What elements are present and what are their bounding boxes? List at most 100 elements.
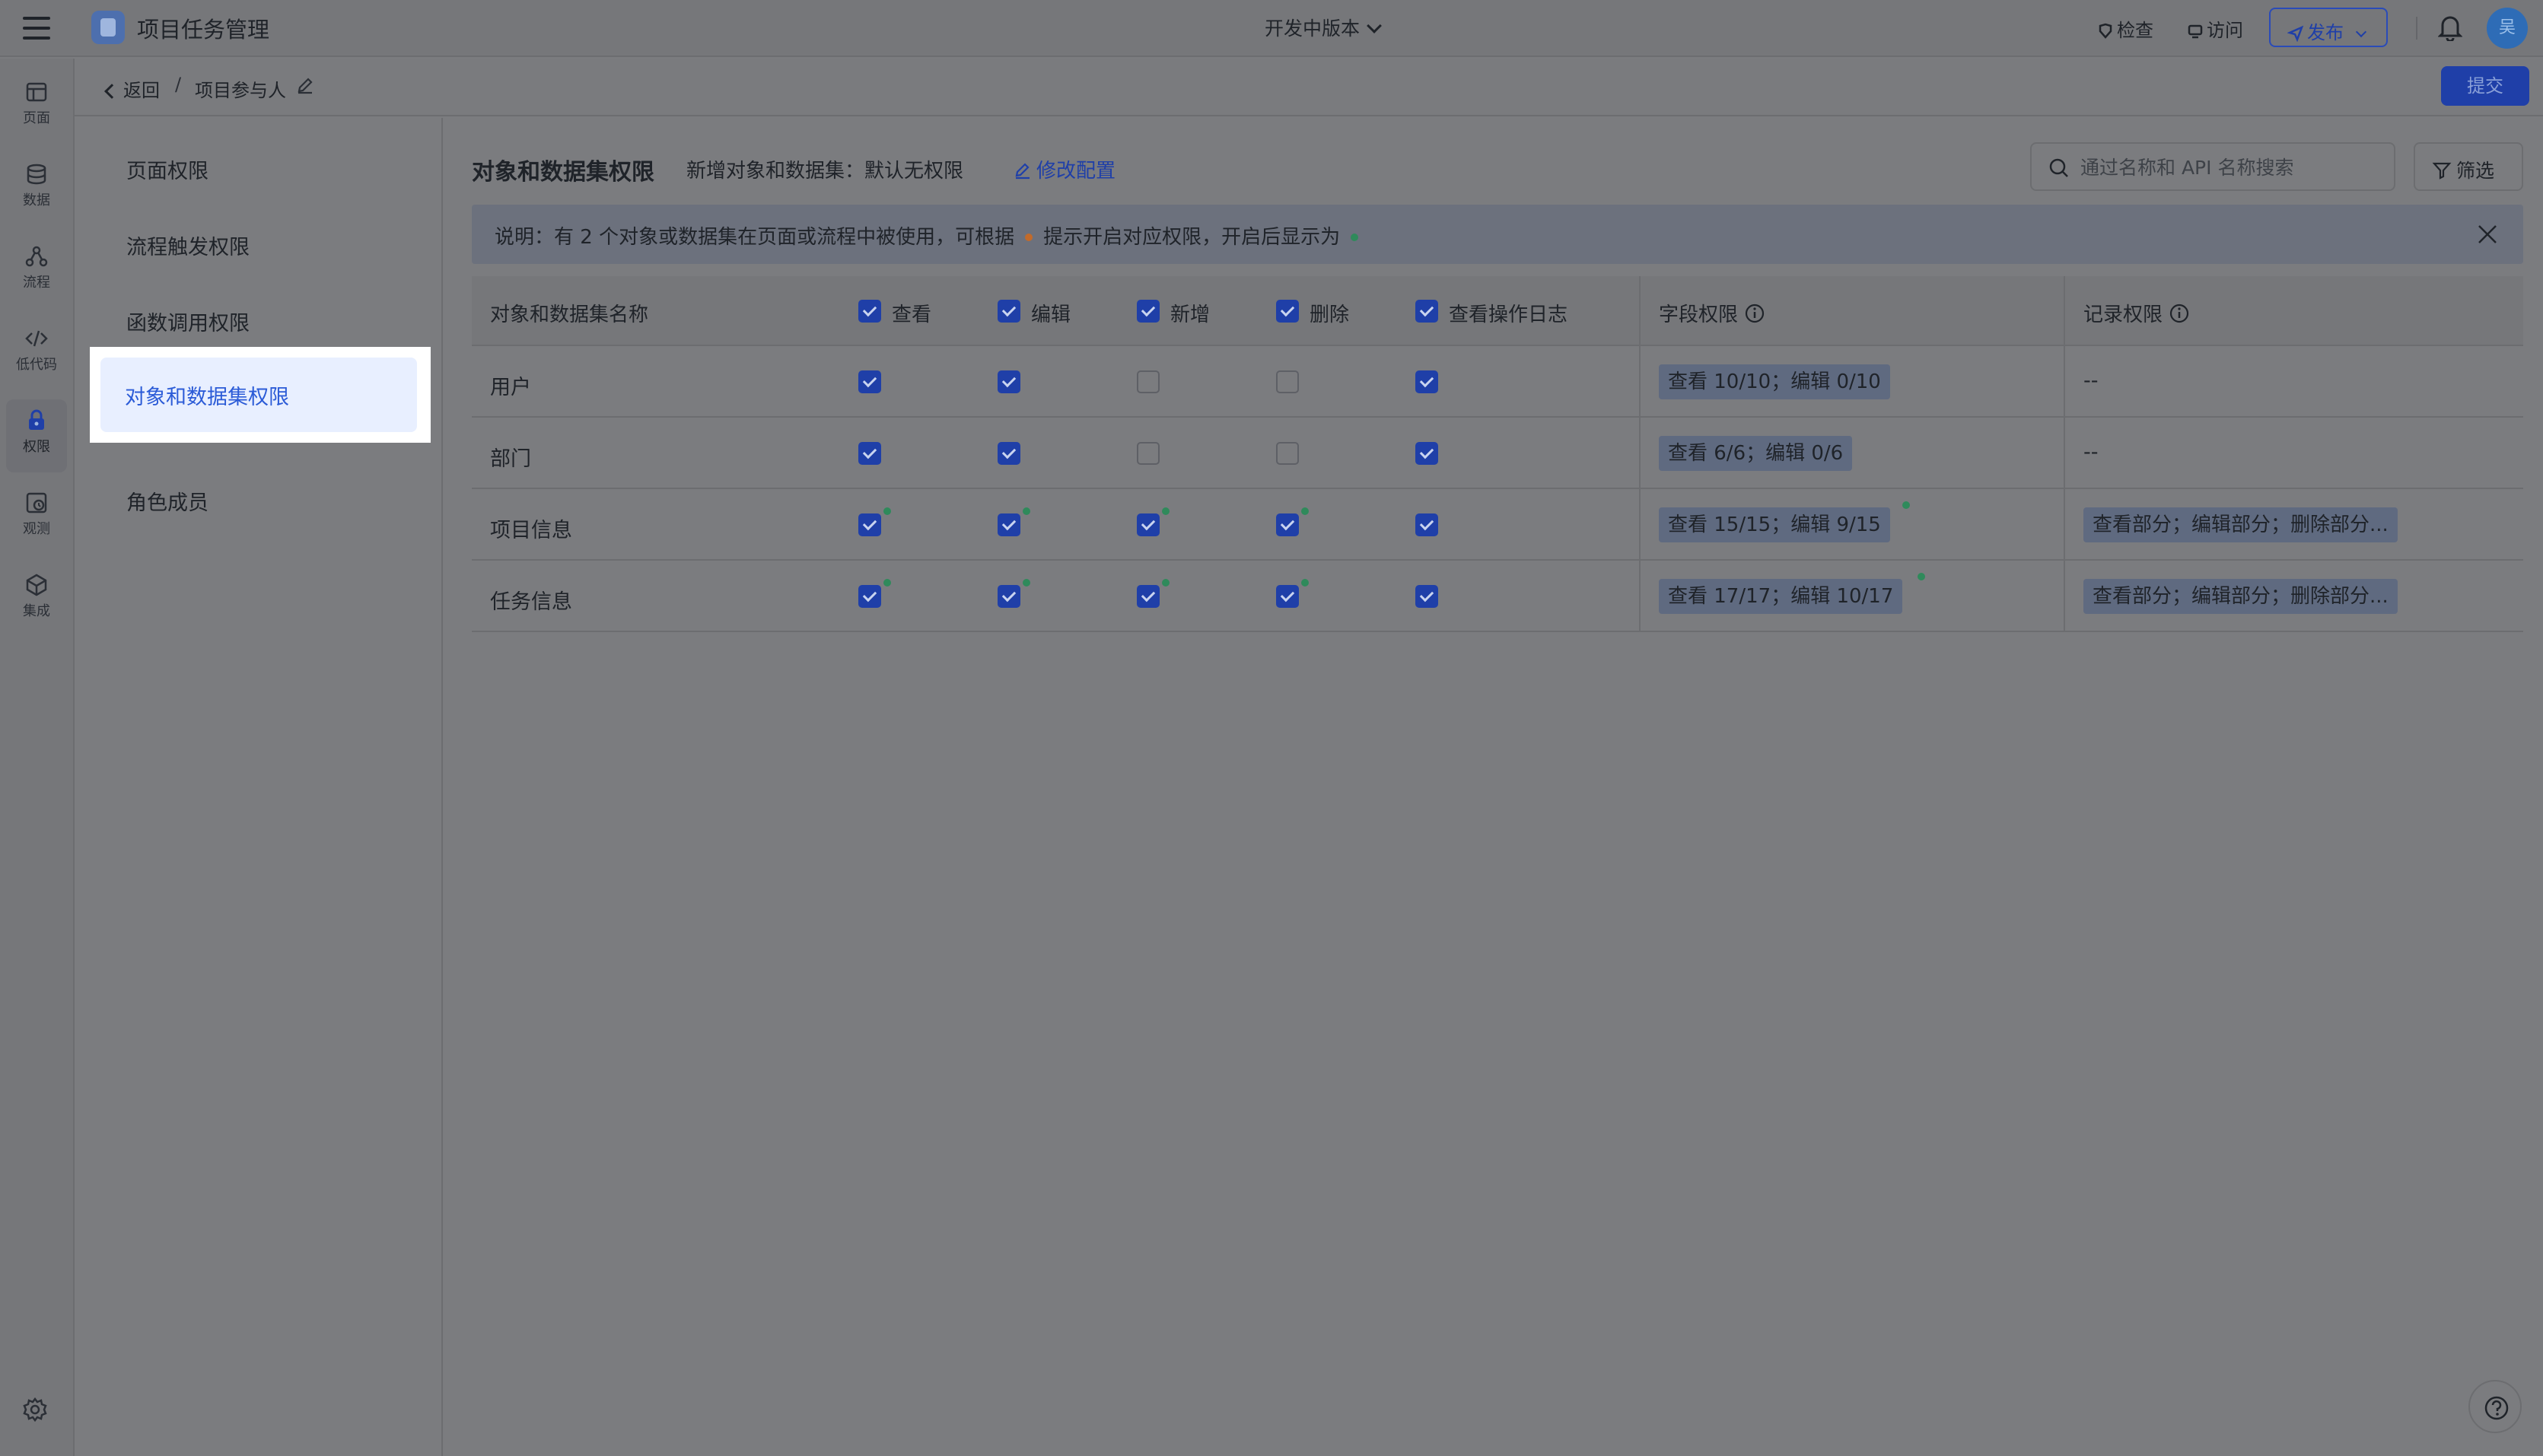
- back-button[interactable]: 返回: [104, 75, 160, 102]
- create-checkbox[interactable]: [1137, 585, 1160, 608]
- edit-config-link[interactable]: 修改配置: [1014, 155, 1116, 183]
- green-dot-icon: [1162, 507, 1170, 515]
- rail-item-integration[interactable]: 集成: [0, 564, 73, 637]
- field-permission-tag[interactable]: 查看 10/10；编辑 0/10: [1659, 364, 1890, 399]
- help-button[interactable]: [2468, 1380, 2522, 1433]
- column-divider: [1639, 418, 1641, 489]
- delete-checkbox[interactable]: [1276, 585, 1299, 608]
- delete-checkbox[interactable]: [1276, 442, 1299, 465]
- menu-item-flow-trigger-permission[interactable]: 流程触发权限: [126, 230, 250, 260]
- select-all-create-checkbox[interactable]: [1137, 300, 1160, 323]
- search-icon: [2049, 158, 2068, 177]
- row-name: 任务信息: [490, 590, 572, 614]
- edit-checkbox[interactable]: [998, 370, 1020, 393]
- rail-item-data[interactable]: 数据: [0, 153, 73, 226]
- page-icon: [26, 82, 47, 102]
- create-checkbox[interactable]: [1137, 442, 1160, 465]
- code-icon: [25, 330, 48, 347]
- bell-icon[interactable]: [2437, 14, 2463, 44]
- field-permission-tag[interactable]: 查看 6/6；编辑 0/6: [1659, 436, 1853, 471]
- edit-config-label: 修改配置: [1036, 160, 1116, 183]
- info-icon[interactable]: [1744, 303, 1765, 324]
- gear-icon[interactable]: [22, 1397, 48, 1426]
- check-label: 检查: [2117, 20, 2153, 41]
- column-divider: [2064, 489, 2065, 561]
- menu-item-role-members[interactable]: 角色成员: [126, 486, 208, 516]
- menu-item-function-call-permission[interactable]: 函数调用权限: [126, 307, 250, 336]
- rail-item-lowcode[interactable]: 低代码: [0, 317, 73, 390]
- delete-checkbox[interactable]: [1276, 513, 1299, 536]
- column-header-view: 查看: [892, 304, 932, 326]
- submit-button[interactable]: 提交: [2441, 66, 2529, 106]
- version-dropdown[interactable]: 开发中版本: [1265, 14, 1382, 41]
- menu-item-page-permission[interactable]: 页面权限: [126, 154, 208, 184]
- log-checkbox[interactable]: [1415, 370, 1438, 393]
- menu-item-object-dataset-permission[interactable]: 对象和数据集权限: [90, 347, 431, 443]
- chevron-left-icon: [104, 84, 119, 99]
- flow-icon: [25, 246, 48, 267]
- log-checkbox[interactable]: [1415, 585, 1438, 608]
- view-checkbox[interactable]: [858, 442, 881, 465]
- green-dot-icon: [1351, 234, 1359, 241]
- check-button[interactable]: 检查: [2097, 15, 2153, 42]
- edit-checkbox[interactable]: [998, 585, 1020, 608]
- column-divider: [1639, 276, 1641, 346]
- column-divider: [1639, 346, 1641, 418]
- monitor-icon: [26, 492, 47, 513]
- log-checkbox[interactable]: [1415, 442, 1438, 465]
- version-label: 开发中版本: [1265, 17, 1361, 40]
- select-all-delete-checkbox[interactable]: [1276, 300, 1299, 323]
- filter-button[interactable]: 筛选: [2414, 142, 2523, 191]
- filter-label: 筛选: [2456, 160, 2495, 182]
- rail-item-flow[interactable]: 流程: [0, 235, 73, 308]
- edit-icon: [1015, 163, 1030, 180]
- send-icon: [2287, 25, 2304, 43]
- create-checkbox[interactable]: [1137, 513, 1160, 536]
- create-checkbox[interactable]: [1137, 370, 1160, 393]
- edit-checkbox[interactable]: [998, 442, 1020, 465]
- app-logo: [91, 11, 125, 44]
- select-all-view-checkbox[interactable]: [858, 300, 881, 323]
- edit-checkbox[interactable]: [998, 513, 1020, 536]
- visit-button[interactable]: 访问: [2187, 15, 2243, 42]
- green-dot-icon: [883, 579, 891, 587]
- field-header-label: 字段权限: [1659, 304, 1739, 326]
- row-name: 项目信息: [490, 519, 572, 542]
- publish-button[interactable]: 发布: [2269, 8, 2388, 47]
- field-permission-tag[interactable]: 查看 15/15；编辑 9/15: [1659, 507, 1890, 542]
- green-dot-icon: [1301, 507, 1309, 515]
- search-input[interactable]: [2080, 153, 2385, 182]
- info-notice: 说明：有 2 个对象或数据集在页面或流程中被使用，可根据 提示开启对应权限，开启后…: [472, 205, 2523, 264]
- log-checkbox[interactable]: [1415, 513, 1438, 536]
- rail-item-page[interactable]: 页面: [0, 71, 73, 144]
- record-permission-value: --: [2083, 440, 2099, 464]
- view-checkbox[interactable]: [858, 513, 881, 536]
- view-checkbox[interactable]: [858, 585, 881, 608]
- section-subtitle: 新增对象和数据集：默认无权限: [686, 160, 964, 183]
- view-checkbox[interactable]: [858, 370, 881, 393]
- notice-text: 说明：有 2 个对象或数据集在页面或流程中被使用，可根据 提示开启对应权限，开启后…: [495, 221, 1369, 250]
- record-permission-tag[interactable]: 查看部分；编辑部分；删除部分...: [2083, 507, 2398, 542]
- green-dot-icon: [1023, 507, 1030, 515]
- delete-checkbox[interactable]: [1276, 370, 1299, 393]
- left-rail: 页面 数据 流程 低代码 权限 观测 集成: [0, 59, 75, 1456]
- info-icon[interactable]: [2169, 303, 2190, 324]
- permission-menu: 页面权限 流程触发权限 函数调用权限 角色成员: [75, 118, 443, 1456]
- column-header-record: 记录权限: [2083, 299, 2190, 327]
- select-all-log-checkbox[interactable]: [1415, 300, 1438, 323]
- column-divider: [1639, 489, 1641, 561]
- rail-item-observe[interactable]: 观测: [0, 482, 73, 555]
- table-row: 任务信息 查看 17/17；编辑 10/17 查看部分；编辑部分；删除部分...: [472, 561, 2523, 632]
- close-icon[interactable]: [2476, 223, 2499, 249]
- edit-icon[interactable]: [295, 75, 315, 98]
- column-divider: [2064, 346, 2065, 418]
- row-name: 用户: [490, 376, 531, 399]
- menu-icon[interactable]: [23, 15, 50, 41]
- avatar[interactable]: 吴: [2487, 8, 2528, 49]
- column-divider: [2064, 561, 2065, 632]
- field-permission-tag[interactable]: 查看 17/17；编辑 10/17: [1659, 579, 1903, 614]
- rail-item-permission[interactable]: 权限: [6, 399, 67, 472]
- record-permission-tag[interactable]: 查看部分；编辑部分；删除部分...: [2083, 579, 2398, 614]
- select-all-edit-checkbox[interactable]: [998, 300, 1020, 323]
- notice-text-middle: 提示开启对应权限，开启后显示为: [1043, 226, 1341, 249]
